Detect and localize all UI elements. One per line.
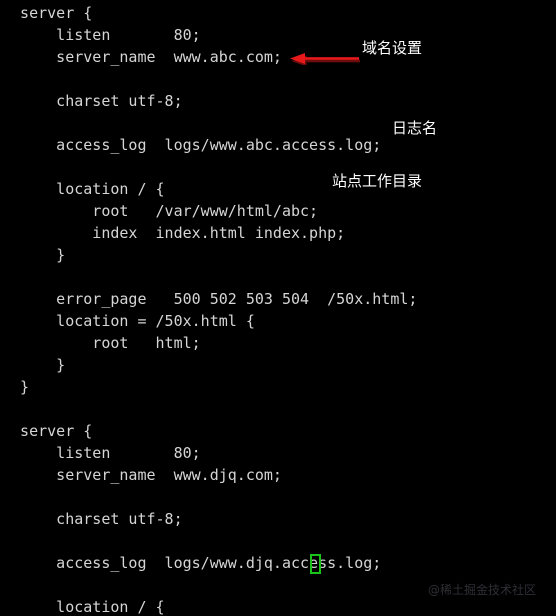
code-line[interactable]: }: [2, 244, 556, 266]
code-line[interactable]: location / {: [2, 596, 556, 616]
code-line[interactable]: [2, 530, 556, 552]
code-line[interactable]: server_name www.abc.com;: [2, 46, 556, 68]
code-line[interactable]: [2, 486, 556, 508]
annotation-root-dir: 站点工作目录: [332, 172, 423, 190]
code-lines-container[interactable]: server { listen 80; server_name www.abc.…: [2, 2, 556, 616]
code-line[interactable]: root /var/www/html/abc;: [2, 200, 556, 222]
code-line[interactable]: [2, 398, 556, 420]
code-line[interactable]: root html;: [2, 332, 556, 354]
code-line[interactable]: charset utf-8;: [2, 508, 556, 530]
code-line[interactable]: [2, 156, 556, 178]
code-line[interactable]: }: [2, 376, 556, 398]
code-line[interactable]: charset utf-8;: [2, 90, 556, 112]
code-line[interactable]: [2, 112, 556, 134]
code-line[interactable]: error_page 500 502 503 504 /50x.html;: [2, 288, 556, 310]
code-line[interactable]: listen 80;: [2, 442, 556, 464]
code-line[interactable]: }: [2, 354, 556, 376]
code-line[interactable]: [2, 266, 556, 288]
code-line[interactable]: server {: [2, 420, 556, 442]
code-line[interactable]: access_log logs/www.djq.access.log;: [2, 552, 556, 574]
code-line[interactable]: listen 80;: [2, 24, 556, 46]
code-line[interactable]: index index.html index.php;: [2, 222, 556, 244]
code-editor-viewport[interactable]: server { listen 80; server_name www.abc.…: [0, 0, 556, 616]
code-line[interactable]: server_name www.djq.com;: [2, 464, 556, 486]
code-line[interactable]: server {: [2, 2, 556, 24]
code-line[interactable]: access_log logs/www.abc.access.log;: [2, 134, 556, 156]
code-line[interactable]: [2, 68, 556, 90]
annotation-server-name: 域名设置: [362, 39, 423, 57]
site-watermark: @稀土掘金技术社区: [428, 583, 537, 597]
code-line[interactable]: location = /50x.html {: [2, 310, 556, 332]
code-line[interactable]: location / {: [2, 178, 556, 200]
annotation-access-log: 日志名: [392, 119, 438, 137]
